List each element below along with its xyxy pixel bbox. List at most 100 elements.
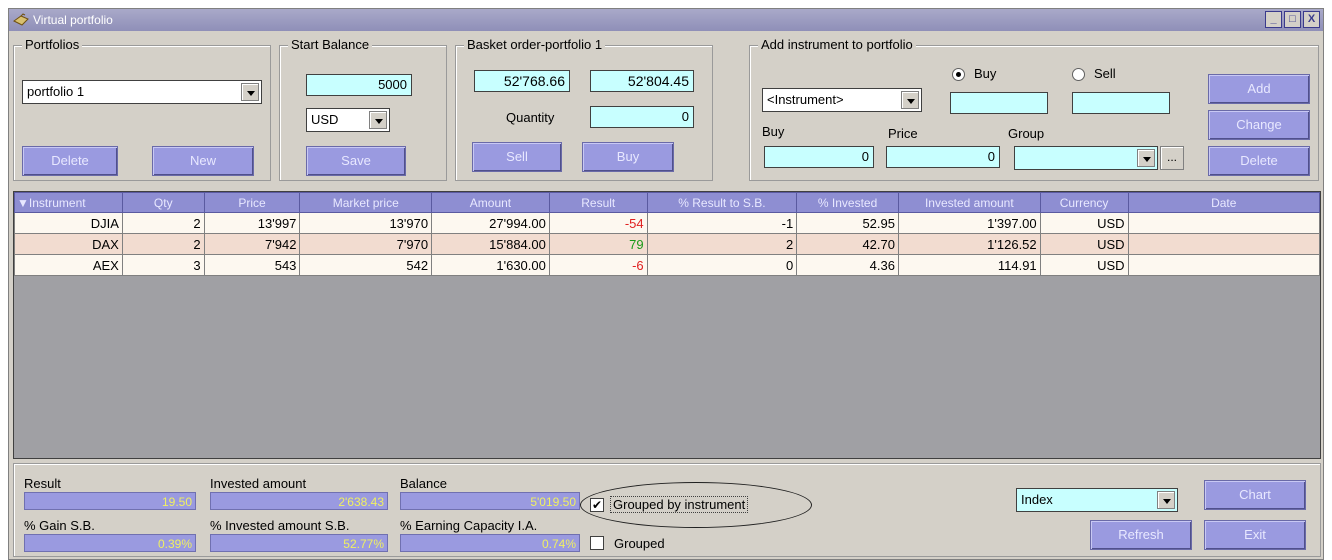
result-value: 19.50 xyxy=(24,492,196,510)
cell-result-sb: 0 xyxy=(646,254,798,276)
invested-pct-value: 52.77% xyxy=(210,534,388,552)
refresh-button[interactable]: Refresh xyxy=(1090,520,1192,550)
currency-select[interactable]: USD xyxy=(306,108,390,132)
column-header-currency[interactable]: Currency xyxy=(1039,192,1129,213)
portfolio-grid: ▼Instrument Qty Price Market price Amoun… xyxy=(13,191,1321,459)
portfolios-group: Portfolios portfolio 1 Delete New xyxy=(13,37,271,181)
sort-down-icon: ▼ xyxy=(17,195,29,210)
positions-table: ▼Instrument Qty Price Market price Amoun… xyxy=(14,192,1321,276)
buy-radio-label: Buy xyxy=(974,66,997,81)
cell-invested-pct: 4.36 xyxy=(796,254,899,276)
chevron-down-icon xyxy=(241,83,259,101)
change-instrument-button[interactable]: Change xyxy=(1208,110,1310,140)
start-balance-title: Start Balance xyxy=(288,37,373,52)
column-header-result[interactable]: Result xyxy=(548,192,648,213)
cell-amount: 1'630.00 xyxy=(431,254,550,276)
cell-price: 543 xyxy=(203,254,301,276)
title-bar: Virtual portfolio _ □ X xyxy=(9,9,1323,31)
cell-price: 7'942 xyxy=(203,233,301,255)
cell-date xyxy=(1127,233,1321,255)
portfolio-select-value: portfolio 1 xyxy=(27,84,85,99)
instrument-select[interactable]: <Instrument> xyxy=(762,88,922,112)
cell-result: 79 xyxy=(548,233,648,255)
column-header-market-price[interactable]: Market price xyxy=(299,192,433,213)
basket-order-title: Basket order-portfolio 1 xyxy=(464,37,606,52)
close-button[interactable]: X xyxy=(1303,11,1320,28)
table-row[interactable]: AEX 3 543 542 1'630.00 -6 0 4.36 114.91 … xyxy=(14,254,1321,276)
minimize-button[interactable]: _ xyxy=(1265,11,1282,28)
column-header-result-sb[interactable]: % Result to S.B. xyxy=(646,192,798,213)
buy-radio[interactable] xyxy=(952,68,965,81)
start-balance-group: Start Balance 5000 USD Save xyxy=(279,37,447,181)
table-header-row: ▼Instrument Qty Price Market price Amoun… xyxy=(14,192,1321,213)
cell-qty: 3 xyxy=(121,254,205,276)
cell-instrument: DJIA xyxy=(14,212,123,234)
add-instrument-button[interactable]: Add xyxy=(1208,74,1310,104)
index-select[interactable]: Index xyxy=(1016,488,1178,512)
delete-portfolio-button[interactable]: Delete xyxy=(22,146,118,176)
instrument-select-value: <Instrument> xyxy=(767,92,844,107)
cell-qty: 2 xyxy=(121,233,205,255)
buy-label: Buy xyxy=(762,124,785,139)
summary-panel: Result 19.50 Invested amount 2'638.43 Ba… xyxy=(13,463,1321,557)
quantity-input[interactable]: 0 xyxy=(590,106,694,128)
cell-currency: USD xyxy=(1039,254,1129,276)
exit-button[interactable]: Exit xyxy=(1204,520,1306,550)
cell-invested-pct: 42.70 xyxy=(796,233,899,255)
sell-price-field[interactable] xyxy=(1072,92,1170,114)
quantity-label: Quantity xyxy=(506,110,555,125)
gain-label: % Gain S.B. xyxy=(24,518,95,533)
column-header-invested-amount[interactable]: Invested amount xyxy=(897,192,1041,213)
cell-result-sb: 2 xyxy=(646,233,798,255)
portfolios-title: Portfolios xyxy=(22,37,83,52)
chevron-down-icon xyxy=(369,111,387,129)
cell-invested-amount: 1'397.00 xyxy=(897,212,1041,234)
table-row[interactable]: DAX 2 7'942 7'970 15'884.00 79 2 42.70 1… xyxy=(14,233,1321,255)
new-portfolio-button[interactable]: New xyxy=(152,146,254,176)
cell-currency: USD xyxy=(1039,212,1129,234)
cell-date xyxy=(1127,254,1321,276)
gain-value: 0.39% xyxy=(24,534,196,552)
column-header-date[interactable]: Date xyxy=(1127,192,1321,213)
window-title: Virtual portfolio xyxy=(33,13,113,27)
group-label: Group xyxy=(1008,126,1045,141)
sell-radio-label: Sell xyxy=(1094,66,1116,81)
invested-amount-label: Invested amount xyxy=(210,476,307,491)
buy-quantity-input[interactable]: 0 xyxy=(764,146,874,168)
maximize-button[interactable]: □ xyxy=(1284,11,1301,28)
delete-instrument-button[interactable]: Delete xyxy=(1208,146,1310,176)
invested-amount-value: 2'638.43 xyxy=(210,492,388,510)
briefcase-icon xyxy=(13,13,29,26)
buy-price-field[interactable] xyxy=(950,92,1048,114)
price-label: Price xyxy=(888,126,918,141)
column-header-instrument[interactable]: ▼Instrument xyxy=(14,192,123,213)
chevron-down-icon xyxy=(901,91,919,109)
cell-amount: 27'994.00 xyxy=(431,212,550,234)
grouped-checkbox[interactable] xyxy=(590,536,604,550)
sell-radio[interactable] xyxy=(1072,68,1085,81)
earning-capacity-label: % Earning Capacity I.A. xyxy=(400,518,538,533)
grouped-by-instrument-checkbox[interactable]: ✔ xyxy=(590,498,604,512)
column-header-price[interactable]: Price xyxy=(203,192,301,213)
portfolio-select[interactable]: portfolio 1 xyxy=(22,80,262,104)
cell-result: -54 xyxy=(548,212,648,234)
column-header-qty[interactable]: Qty xyxy=(121,192,205,213)
basket-sell-button[interactable]: Sell xyxy=(472,142,562,172)
price-input[interactable]: 0 xyxy=(886,146,1000,168)
cell-result-sb: -1 xyxy=(646,212,798,234)
basket-order-group: Basket order-portfolio 1 52'768.66 52'80… xyxy=(455,37,713,181)
cell-date xyxy=(1127,212,1321,234)
table-row[interactable]: DJIA 2 13'997 13'970 27'994.00 -54 -1 52… xyxy=(14,212,1321,234)
earning-capacity-value: 0.74% xyxy=(400,534,580,552)
column-header-invested-pct[interactable]: % Invested xyxy=(796,192,899,213)
basket-buy-button[interactable]: Buy xyxy=(582,142,674,172)
chart-button[interactable]: Chart xyxy=(1204,480,1306,510)
cell-market-price: 7'970 xyxy=(299,233,433,255)
save-button[interactable]: Save xyxy=(306,146,406,176)
start-balance-input[interactable]: 5000 xyxy=(306,74,412,96)
cell-result: -6 xyxy=(548,254,648,276)
column-header-amount[interactable]: Amount xyxy=(431,192,550,213)
group-browse-button[interactable]: ... xyxy=(1160,146,1184,170)
basket-buy-value: 52'804.45 xyxy=(590,70,694,92)
group-select[interactable] xyxy=(1014,146,1158,170)
